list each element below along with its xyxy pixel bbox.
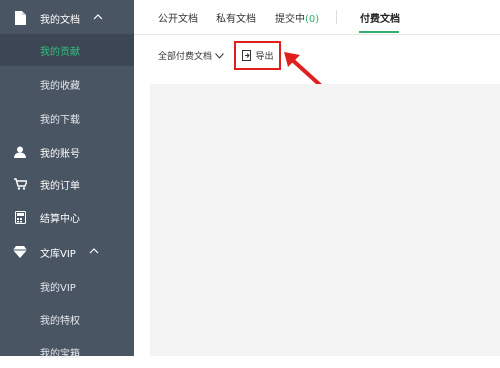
- diamond-icon: [12, 244, 28, 260]
- document-icon: [12, 10, 28, 26]
- calculator-icon: [12, 209, 28, 225]
- sidebar-group-label: 我的文档: [40, 14, 80, 26]
- tab-pending[interactable]: 提交中(0): [275, 10, 319, 25]
- tab-private[interactable]: 私有文档: [216, 10, 256, 25]
- sidebar-item-label: 我的下载: [40, 114, 80, 126]
- sidebar-item-privileges[interactable]: 我的特权: [0, 303, 134, 335]
- sidebar: 我的文档 我的贡献 我的收藏 我的下载 我的账号 我的订单 结算中心 文库VIP: [0, 0, 134, 360]
- tab-divider: [336, 10, 337, 24]
- sidebar-item-label: 我的宝箱: [40, 348, 80, 360]
- sidebar-item-label: 我的贡献: [40, 46, 80, 58]
- cart-icon: [12, 176, 28, 192]
- sidebar-item-label: 我的收藏: [40, 80, 80, 92]
- document-list-area: [150, 84, 500, 356]
- sidebar-item-treasure[interactable]: 我的宝箱: [0, 336, 134, 368]
- sidebar-group-label: 文库VIP: [40, 248, 76, 260]
- user-icon: [12, 144, 28, 160]
- tab-count: (0): [305, 14, 320, 25]
- tab-public[interactable]: 公开文档: [158, 10, 198, 25]
- chevron-down-icon: [215, 52, 224, 59]
- sidebar-item-label: 结算中心: [40, 213, 80, 225]
- sidebar-item-orders[interactable]: 我的订单: [0, 168, 134, 200]
- sidebar-item-favorites[interactable]: 我的收藏: [0, 68, 134, 100]
- sidebar-item-label: 我的订单: [40, 180, 80, 192]
- filter-label: 全部付费文档: [158, 52, 213, 62]
- sidebar-group-my-docs[interactable]: 我的文档: [0, 2, 134, 34]
- tab-label: 私有文档: [216, 14, 256, 25]
- annotation-highlight-box: [234, 41, 281, 70]
- sidebar-item-label: 我的账号: [40, 148, 80, 160]
- sidebar-item-billing[interactable]: 结算中心: [0, 201, 134, 233]
- tab-label: 付费文档: [360, 14, 400, 25]
- sidebar-item-label: 我的特权: [40, 315, 80, 327]
- tab-label: 公开文档: [158, 14, 198, 25]
- filter-dropdown[interactable]: 全部付费文档: [158, 49, 224, 62]
- sidebar-item-my-vip[interactable]: 我的VIP: [0, 270, 134, 302]
- sidebar-item-account[interactable]: 我的账号: [0, 136, 134, 168]
- active-tab-indicator: [359, 31, 399, 33]
- sidebar-group-vip[interactable]: 文库VIP: [0, 236, 134, 268]
- chevron-up-icon: [92, 11, 106, 25]
- sidebar-item-downloads[interactable]: 我的下载: [0, 102, 134, 134]
- tab-paid[interactable]: 付费文档: [360, 10, 400, 25]
- chevron-up-icon: [88, 245, 102, 259]
- sidebar-item-contributions[interactable]: 我的贡献: [0, 34, 134, 66]
- sidebar-item-label: 我的VIP: [40, 282, 76, 294]
- tab-label: 提交中: [275, 14, 305, 25]
